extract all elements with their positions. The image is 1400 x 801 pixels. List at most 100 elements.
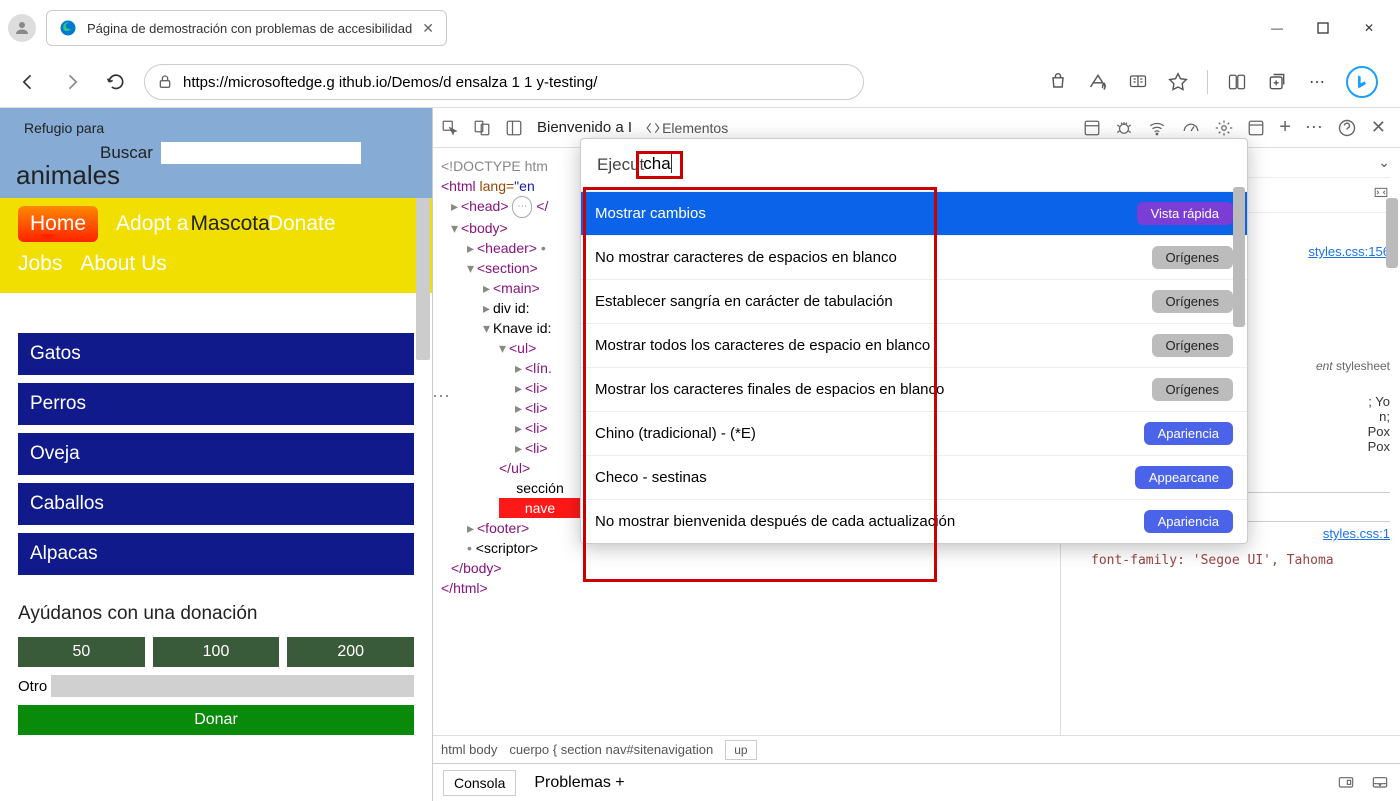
- console-tab[interactable]: Consola: [443, 770, 516, 796]
- crumb-up[interactable]: up: [725, 740, 756, 760]
- selected-node-badge: nave: [499, 498, 581, 518]
- command-badge: Orígenes: [1152, 378, 1233, 401]
- maximize-button[interactable]: [1300, 12, 1346, 44]
- command-item[interactable]: Establecer sangría en carácter de tabula…: [581, 279, 1247, 323]
- titlebar: Página de demostración con problemas de …: [0, 0, 1400, 56]
- command-item[interactable]: Mostrar cambiosVista rápida: [581, 191, 1247, 235]
- command-badge: Apariencia: [1144, 422, 1233, 445]
- command-input-row[interactable]: Ejecutcha: [581, 139, 1247, 191]
- address-bar[interactable]: https://microsoftedge.g ithub.io/Demos/d…: [144, 64, 864, 100]
- drawer-tabs: Consola Problemas +: [433, 763, 1400, 801]
- page-viewport: Refugio para Buscar animales Home Adopt …: [0, 108, 432, 801]
- bing-icon[interactable]: [1346, 66, 1378, 98]
- split-icon[interactable]: [1226, 71, 1248, 93]
- performance-icon[interactable]: [1181, 119, 1201, 137]
- list-item[interactable]: Alpacas: [18, 533, 414, 575]
- command-badge: Orígenes: [1152, 246, 1233, 269]
- command-label: No mostrar caracteres de espacios en bla…: [595, 249, 897, 266]
- problems-tab[interactable]: Problemas +: [534, 774, 624, 792]
- reader-icon[interactable]: [1127, 71, 1149, 93]
- nav-adopt[interactable]: Adopt a: [116, 212, 188, 236]
- dock-icon[interactable]: [1370, 775, 1390, 791]
- shopping-icon[interactable]: [1047, 71, 1069, 93]
- command-item[interactable]: No mostrar caracteres de espacios en bla…: [581, 235, 1247, 279]
- command-badge: Orígenes: [1152, 290, 1233, 313]
- close-icon[interactable]: ✕: [422, 20, 434, 37]
- browser-chrome: Página de demostración con problemas de …: [0, 0, 1400, 108]
- category-list: Gatos Perros Oveja Caballos Alpacas: [0, 293, 432, 595]
- plus-icon[interactable]: +: [1279, 116, 1291, 139]
- page-header: Refugio para Buscar animales: [0, 108, 432, 198]
- more-icon[interactable]: ⋯: [1306, 71, 1328, 93]
- dom-more-icon[interactable]: ⋯: [432, 386, 450, 407]
- crumb[interactable]: html body: [441, 742, 497, 757]
- wifi-icon[interactable]: [1147, 119, 1167, 137]
- elements-tab[interactable]: Elementos: [646, 120, 728, 136]
- profile-avatar[interactable]: [8, 14, 36, 42]
- otro-input[interactable]: [51, 675, 414, 697]
- chevron-down-icon[interactable]: ⌄: [1378, 154, 1390, 171]
- window-controls: — ✕: [1254, 12, 1392, 44]
- panel-icon[interactable]: [505, 119, 523, 137]
- command-label: Chino (tradicional) - (*E): [595, 425, 756, 442]
- help-icon[interactable]: [1337, 118, 1357, 138]
- command-item[interactable]: Checo - sestinasAppearcane: [581, 455, 1247, 499]
- gear-icon[interactable]: [1215, 119, 1233, 137]
- command-item[interactable]: Mostrar los caracteres finales de espaci…: [581, 367, 1247, 411]
- command-badge: Orígenes: [1152, 334, 1233, 357]
- forward-button[interactable]: [56, 66, 88, 98]
- command-label: No mostrar bienvenida después de cada ac…: [595, 513, 955, 530]
- donar-button[interactable]: Donar: [18, 705, 414, 735]
- read-aloud-icon[interactable]: [1087, 71, 1109, 93]
- bug-icon[interactable]: [1115, 119, 1133, 137]
- inspect-icon[interactable]: [441, 119, 459, 137]
- lock-icon: [157, 74, 173, 90]
- command-label: Mostrar todos los caracteres de espacio …: [595, 337, 930, 354]
- edge-icon: [59, 19, 77, 37]
- source-link[interactable]: styles.css:156: [1308, 244, 1390, 259]
- command-item[interactable]: No mostrar bienvenida después de cada ac…: [581, 499, 1247, 543]
- list-item[interactable]: Caballos: [18, 483, 414, 525]
- command-badge: Vista rápida: [1137, 202, 1233, 225]
- origin-label: ent: [1316, 359, 1333, 373]
- command-item[interactable]: Mostrar todos los caracteres de espacio …: [581, 323, 1247, 367]
- nav-jobs[interactable]: Jobs: [18, 252, 62, 276]
- more-icon[interactable]: ⋯: [1305, 117, 1323, 138]
- command-badge: Apariencia: [1144, 510, 1233, 533]
- donate-block: Ayúdanos con una donación 50 100 200 Otr…: [0, 595, 432, 743]
- list-item[interactable]: Gatos: [18, 333, 414, 375]
- command-badge: Appearcane: [1135, 466, 1233, 489]
- command-item[interactable]: Chino (tradicional) - (*E) Apariencia: [581, 411, 1247, 455]
- search-input[interactable]: [161, 142, 361, 164]
- user-icon: [13, 19, 31, 37]
- welcome-tab[interactable]: Bienvenido a I: [537, 119, 632, 136]
- url-text: https://microsoftedge.g ithub.io/Demos/d…: [183, 74, 597, 91]
- minimize-button[interactable]: —: [1254, 12, 1300, 44]
- source-link[interactable]: styles.css:1: [1323, 526, 1390, 547]
- close-icon[interactable]: ✕: [1371, 117, 1386, 138]
- amount-button[interactable]: 200: [287, 637, 414, 667]
- scrollbar[interactable]: [1386, 198, 1398, 268]
- collections-icon[interactable]: [1266, 71, 1288, 93]
- device-icon[interactable]: [473, 119, 491, 137]
- nav-about[interactable]: About Us: [80, 252, 166, 276]
- close-button[interactable]: ✕: [1346, 12, 1392, 44]
- command-label: Mostrar los caracteres finales de espaci…: [595, 381, 944, 398]
- animales-title: animales: [10, 160, 422, 191]
- back-button[interactable]: [12, 66, 44, 98]
- favorite-icon[interactable]: [1167, 71, 1189, 93]
- nav-mascota[interactable]: Mascota: [190, 212, 269, 236]
- amount-button[interactable]: 50: [18, 637, 145, 667]
- list-item[interactable]: Oveja: [18, 433, 414, 475]
- crumb[interactable]: cuerpo { section nav#sitenavigation: [509, 742, 713, 757]
- refresh-button[interactable]: [100, 66, 132, 98]
- list-item[interactable]: Perros: [18, 383, 414, 425]
- scrollbar[interactable]: [1233, 187, 1245, 327]
- nav-home[interactable]: Home: [18, 206, 98, 242]
- app-icon[interactable]: [1247, 119, 1265, 137]
- browser-tab[interactable]: Página de demostración con problemas de …: [46, 10, 447, 46]
- amount-button[interactable]: 100: [153, 637, 280, 667]
- drawer-icon[interactable]: [1336, 775, 1356, 791]
- nav-donate[interactable]: Donate: [268, 212, 336, 236]
- toolbar-icon[interactable]: [1083, 119, 1101, 137]
